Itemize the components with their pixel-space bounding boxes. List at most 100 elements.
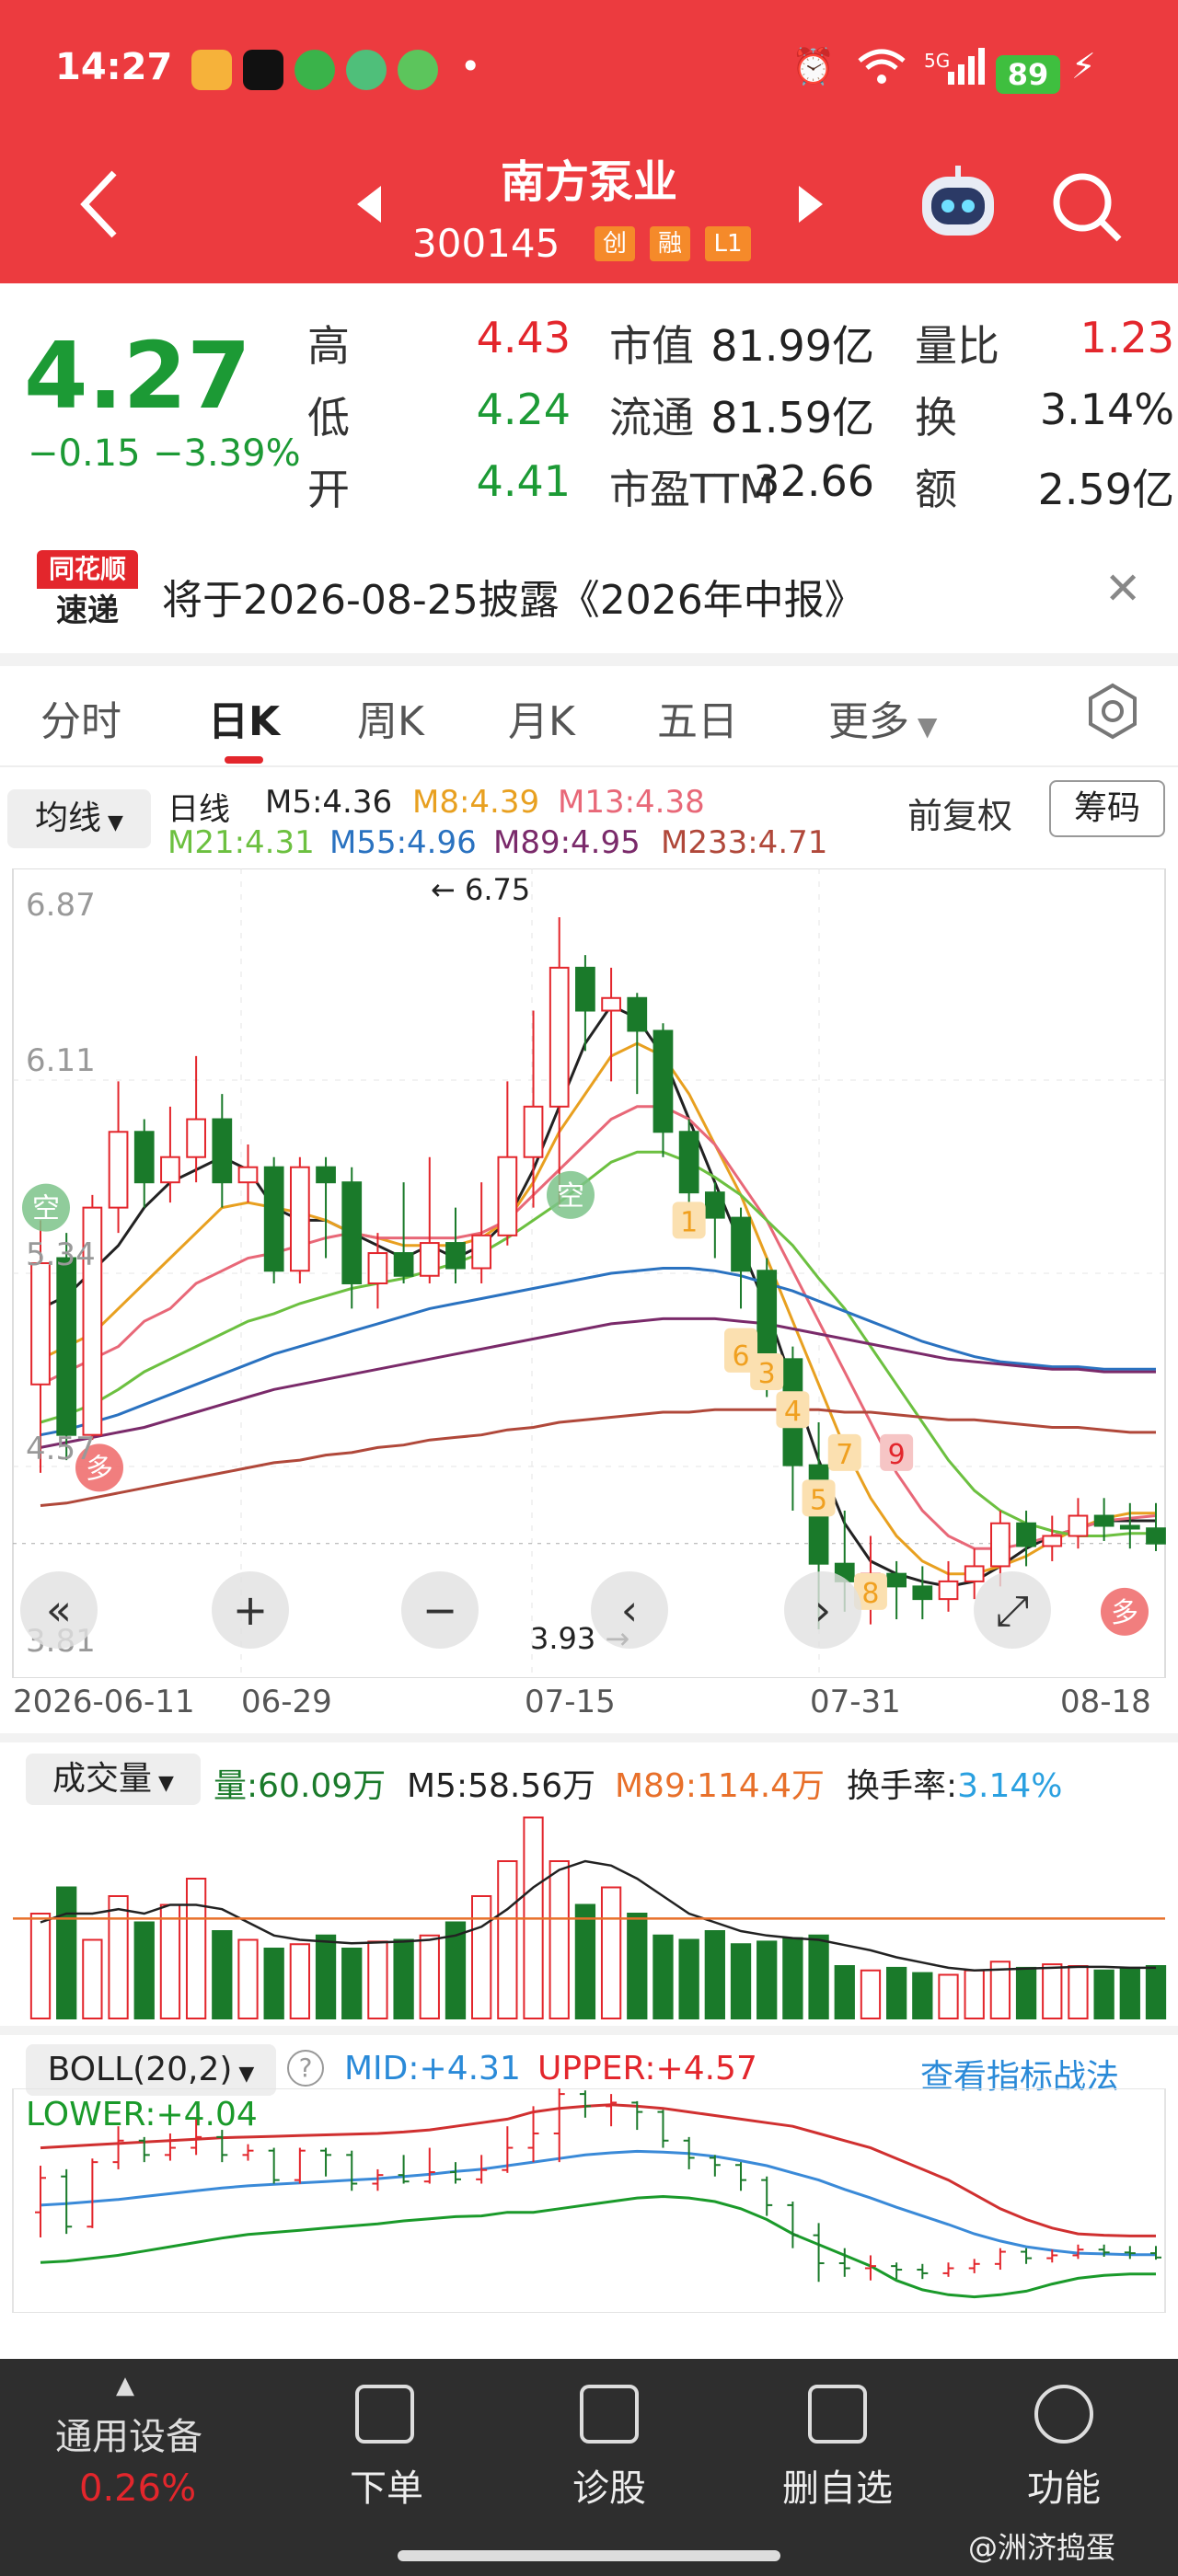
chips-button[interactable]: 筹码 [1049,780,1165,837]
ma-legend-item: M55:4.96 [329,824,477,861]
ma-selector[interactable]: 均线 ▼ [7,789,151,848]
function-button[interactable]: 功能 [1018,2458,1110,2512]
tab-more[interactable]: 更多 ▼ [828,688,937,747]
ma-legend-item: M233:4.71 [661,824,828,861]
signal-icon [946,46,987,95]
ma-line-m8 [40,1041,1156,1576]
candle-body [912,1585,933,1601]
volume-m89: M89:114.4万 [615,1767,826,1805]
volume-bar [964,1969,985,2019]
screen: 14:27 • ⏰ 5G 89 ⚡ 南方泵业 300145 创 融 L1 4.2… [0,0,1178,2576]
candle-body [30,1262,51,1386]
app-notification-icon [191,50,232,90]
diagnose-icon[interactable] [580,2385,639,2444]
volume-bar [367,1940,388,2019]
status-time: 14:27 [55,46,173,88]
alarm-icon: ⏰ [791,46,836,86]
candle-body [289,1166,310,1272]
order-button[interactable]: 下单 [341,2458,433,2512]
tab-daily-k[interactable]: 日K [208,688,280,747]
menu-icon[interactable] [1034,2385,1093,2444]
tab-intraday[interactable]: 分时 [40,688,121,747]
volratio-label: 量比 [915,321,999,371]
divider [0,1733,1178,1742]
zoom-in-button[interactable]: + [212,1571,289,1649]
stock-code: 300145 [412,221,560,266]
settings-icon[interactable] [1084,683,1141,743]
volume-bar [912,1972,933,2020]
candle-body [367,1252,388,1284]
fullscreen-button[interactable]: ⤢ [974,1571,1051,1649]
candle-body [212,1118,233,1184]
amount-label: 额 [915,465,957,514]
tab-monthly-k[interactable]: 月K [508,688,575,747]
boll-mid: MID:+4.31 [344,2050,521,2087]
remove-watchlist-icon[interactable] [808,2385,867,2444]
tag-rong: 融 [650,226,690,261]
volume-bar [1119,1966,1140,2019]
volume-bar [756,1940,778,2019]
volume-bar [1015,1966,1037,2019]
order-icon[interactable] [355,2385,414,2444]
open-value: 4.41 [476,456,571,506]
wallet-icon [346,50,387,90]
adjust-label[interactable]: 前复权 [907,788,1012,838]
volume-bar [549,1860,570,2019]
tonghuashun-logo: 同花顺 速递 [37,550,138,635]
tag-chuang: 创 [595,226,635,261]
volume-bar [82,1938,103,2019]
candlestick-chart[interactable]: 123456789空空多多 [0,868,1178,1678]
x-label: 2026-06-11 [13,1684,195,1720]
zoom-out-button[interactable]: − [401,1571,479,1649]
sector-name[interactable]: 通用设备 [55,2407,202,2460]
volume-bar [497,1860,518,2019]
diagnose-button[interactable]: 诊股 [561,2458,657,2512]
short-signal-label: 空 [32,1193,60,1225]
volume-bar [108,1895,129,2019]
remove-watchlist-button[interactable]: 删自选 [773,2458,902,2512]
help-icon[interactable]: ? [287,2050,324,2087]
low-label: 低 [307,393,350,443]
home-indicator[interactable] [398,2550,780,2561]
candle-body [186,1118,206,1158]
volume-bar [834,1965,855,2019]
signal-number: 9 [888,1439,906,1471]
volume-bar [185,1878,207,2019]
zoom-out-full-button[interactable]: « [20,1571,98,1649]
next-stock-button[interactable] [797,184,825,228]
ma-line-m5 [40,1004,1156,1588]
volume-bar [315,1934,337,2019]
candle-body [523,1105,544,1158]
volume-bar [56,1886,77,2019]
volume-m5: M5:58.56万 [407,1767,596,1805]
ma-legend-item: M21:4.31 [167,824,315,861]
candle-body [990,1522,1011,1568]
tab-weekly-k[interactable]: 周K [357,688,424,747]
sector-change: 0.26% [79,2467,197,2510]
ma-legend-item: M8:4.39 [412,784,540,821]
candle-body [341,1181,363,1284]
turnover-rate: 换手率:3.14% [847,1767,1063,1805]
app-icon [398,50,438,90]
signal-number: 1 [680,1206,698,1238]
volume-bar [341,1948,363,2019]
close-icon[interactable]: ✕ [1104,563,1141,615]
turnover-label: 换 [915,393,957,443]
search-icon[interactable] [1051,171,1125,248]
candle-body [393,1252,414,1277]
volume-selector[interactable]: 成交量 ▼ [26,1754,201,1805]
signal-number: 8 [861,1578,879,1610]
robot-assistant-icon[interactable] [917,166,999,247]
candle-body [497,1156,518,1236]
candle-body [886,1572,907,1588]
tab-five-day[interactable]: 五日 [657,688,738,747]
volume-bar [782,1937,803,2020]
scroll-left-button[interactable]: ‹ [591,1571,668,1649]
current-price: 4.27 [24,322,251,430]
high-annotation: ← 6.75 [431,872,531,907]
scroll-right-button[interactable]: › [784,1571,861,1649]
candle-body [549,966,570,1108]
candle-body [678,1131,699,1194]
candle-body [1068,1514,1089,1537]
notice-banner[interactable]: 同花顺 速递 将于2026-08-25披露《2026年中报》 ✕ [0,537,1178,648]
